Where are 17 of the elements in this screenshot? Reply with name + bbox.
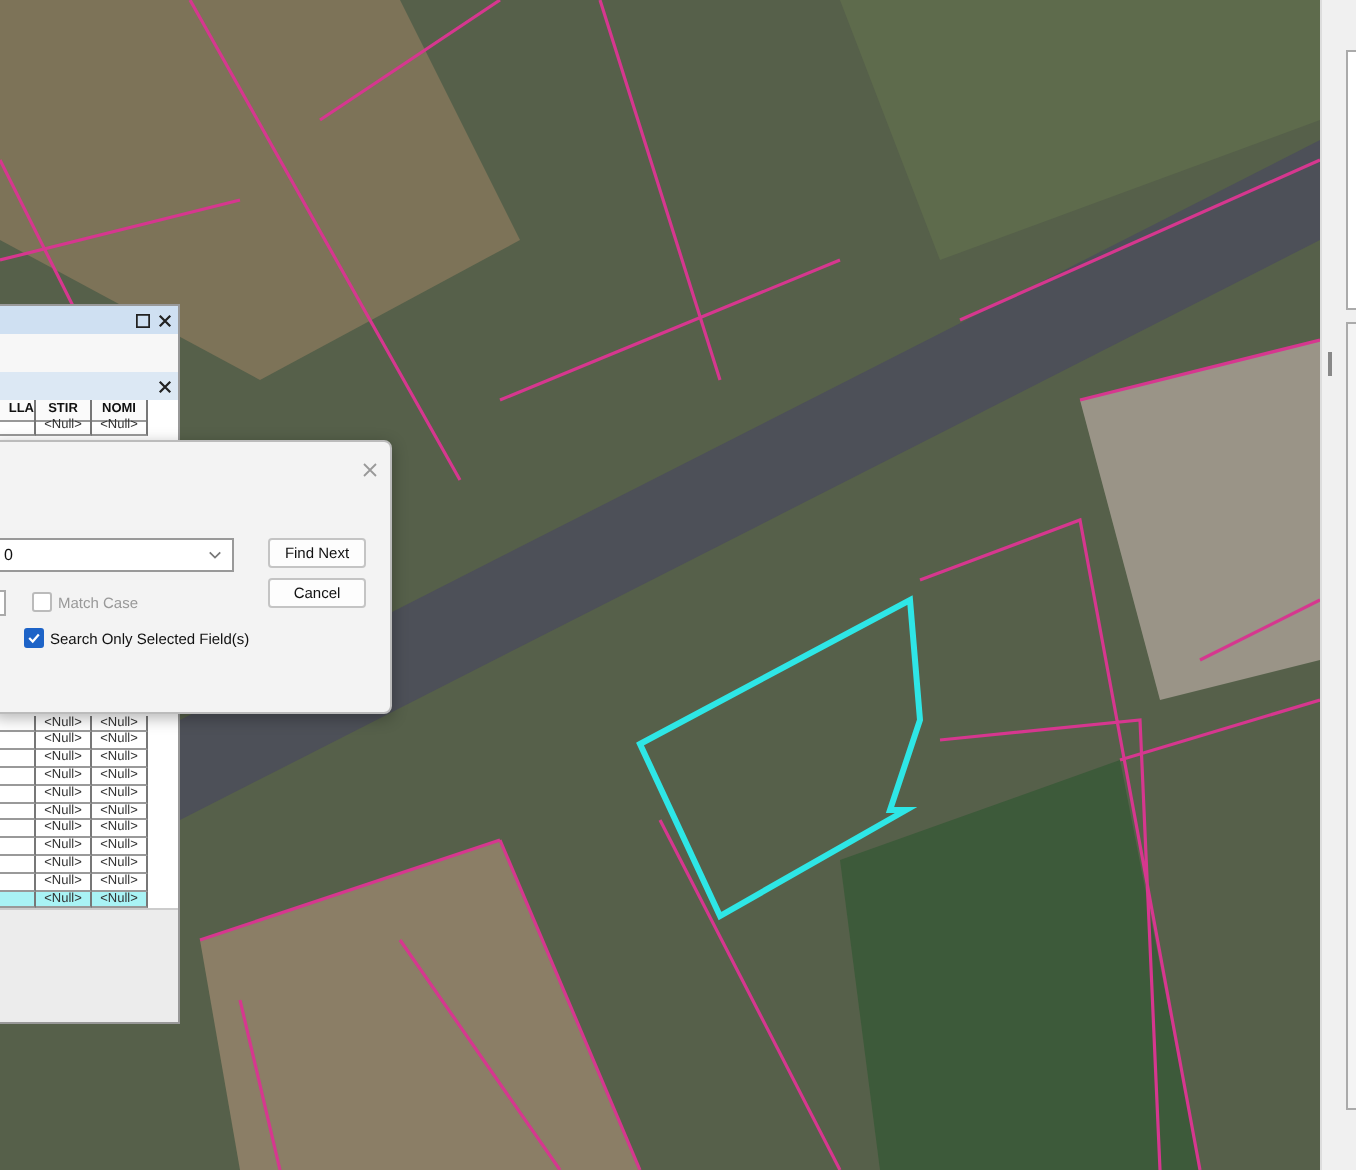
row-header-cell[interactable] [0, 417, 36, 436]
row-header-cell[interactable] [0, 732, 36, 751]
row-header-cell[interactable] [0, 803, 36, 821]
row-header-cell[interactable] [0, 750, 36, 768]
row-header-cell[interactable] [0, 785, 36, 804]
row-header-cell[interactable] [0, 820, 36, 839]
row-header-cell[interactable] [0, 767, 36, 786]
close-icon[interactable] [158, 313, 172, 327]
find-what-dropdown[interactable]: 0 [0, 538, 234, 572]
row-header-cell[interactable] [0, 838, 36, 856]
maximize-icon[interactable] [136, 313, 150, 327]
splitter-handle[interactable] [1328, 352, 1332, 376]
chevron-icon [208, 550, 222, 560]
row-header-cell[interactable] [0, 855, 36, 874]
close-icon[interactable] [158, 379, 172, 393]
checkbox[interactable] [24, 628, 44, 648]
selected-parcel[interactable] [636, 595, 924, 921]
